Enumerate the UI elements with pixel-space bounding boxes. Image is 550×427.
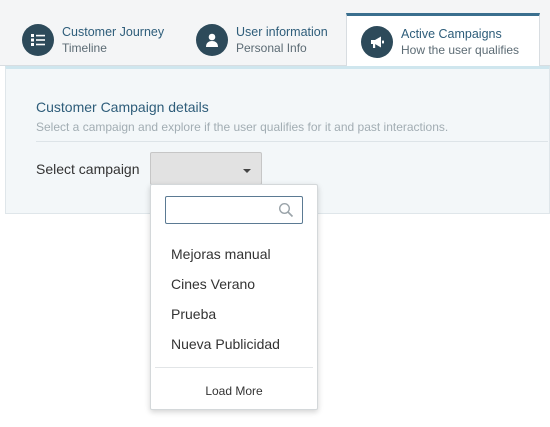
dropdown-option[interactable]: Cines Verano — [171, 276, 255, 292]
dropdown-option[interactable]: Nueva Publicidad — [171, 336, 280, 352]
load-more-button[interactable]: Load More — [151, 384, 317, 398]
panel-title: Customer Campaign details — [36, 99, 209, 115]
dropdown-option[interactable]: Prueba — [171, 306, 216, 322]
campaign-select[interactable] — [150, 152, 262, 185]
divider — [36, 141, 548, 142]
campaign-dropdown: Mejoras manual Cines Verano Prueba Nueva… — [150, 184, 318, 410]
megaphone-icon — [361, 25, 393, 58]
tab-active-campaigns[interactable]: Active Campaigns How the user qualifies — [346, 13, 540, 67]
list-icon — [22, 23, 54, 56]
dropdown-divider — [155, 367, 313, 368]
tab-title: Active Campaigns — [401, 26, 502, 41]
select-campaign-label: Select campaign — [36, 161, 140, 177]
search-icon — [278, 202, 294, 223]
tab-user-information[interactable]: User information Personal Info — [196, 13, 328, 66]
user-icon — [196, 23, 228, 56]
panel-subtitle: Select a campaign and explore if the use… — [36, 120, 449, 134]
caret-down-icon — [243, 169, 251, 173]
tab-bar: Customer Journey Timeline User informati… — [0, 0, 550, 67]
dropdown-search-input[interactable] — [170, 200, 270, 220]
dropdown-search-box[interactable] — [165, 196, 303, 224]
tab-subtitle: How the user qualifies — [401, 42, 520, 57]
tab-subtitle: Personal Info — [236, 40, 307, 55]
tab-title: User information — [236, 24, 328, 39]
tab-title: Customer Journey — [62, 24, 165, 39]
dropdown-option[interactable]: Mejoras manual — [171, 246, 271, 262]
tab-subtitle: Timeline — [62, 40, 107, 55]
tab-customer-journey[interactable]: Customer Journey Timeline — [22, 13, 164, 66]
